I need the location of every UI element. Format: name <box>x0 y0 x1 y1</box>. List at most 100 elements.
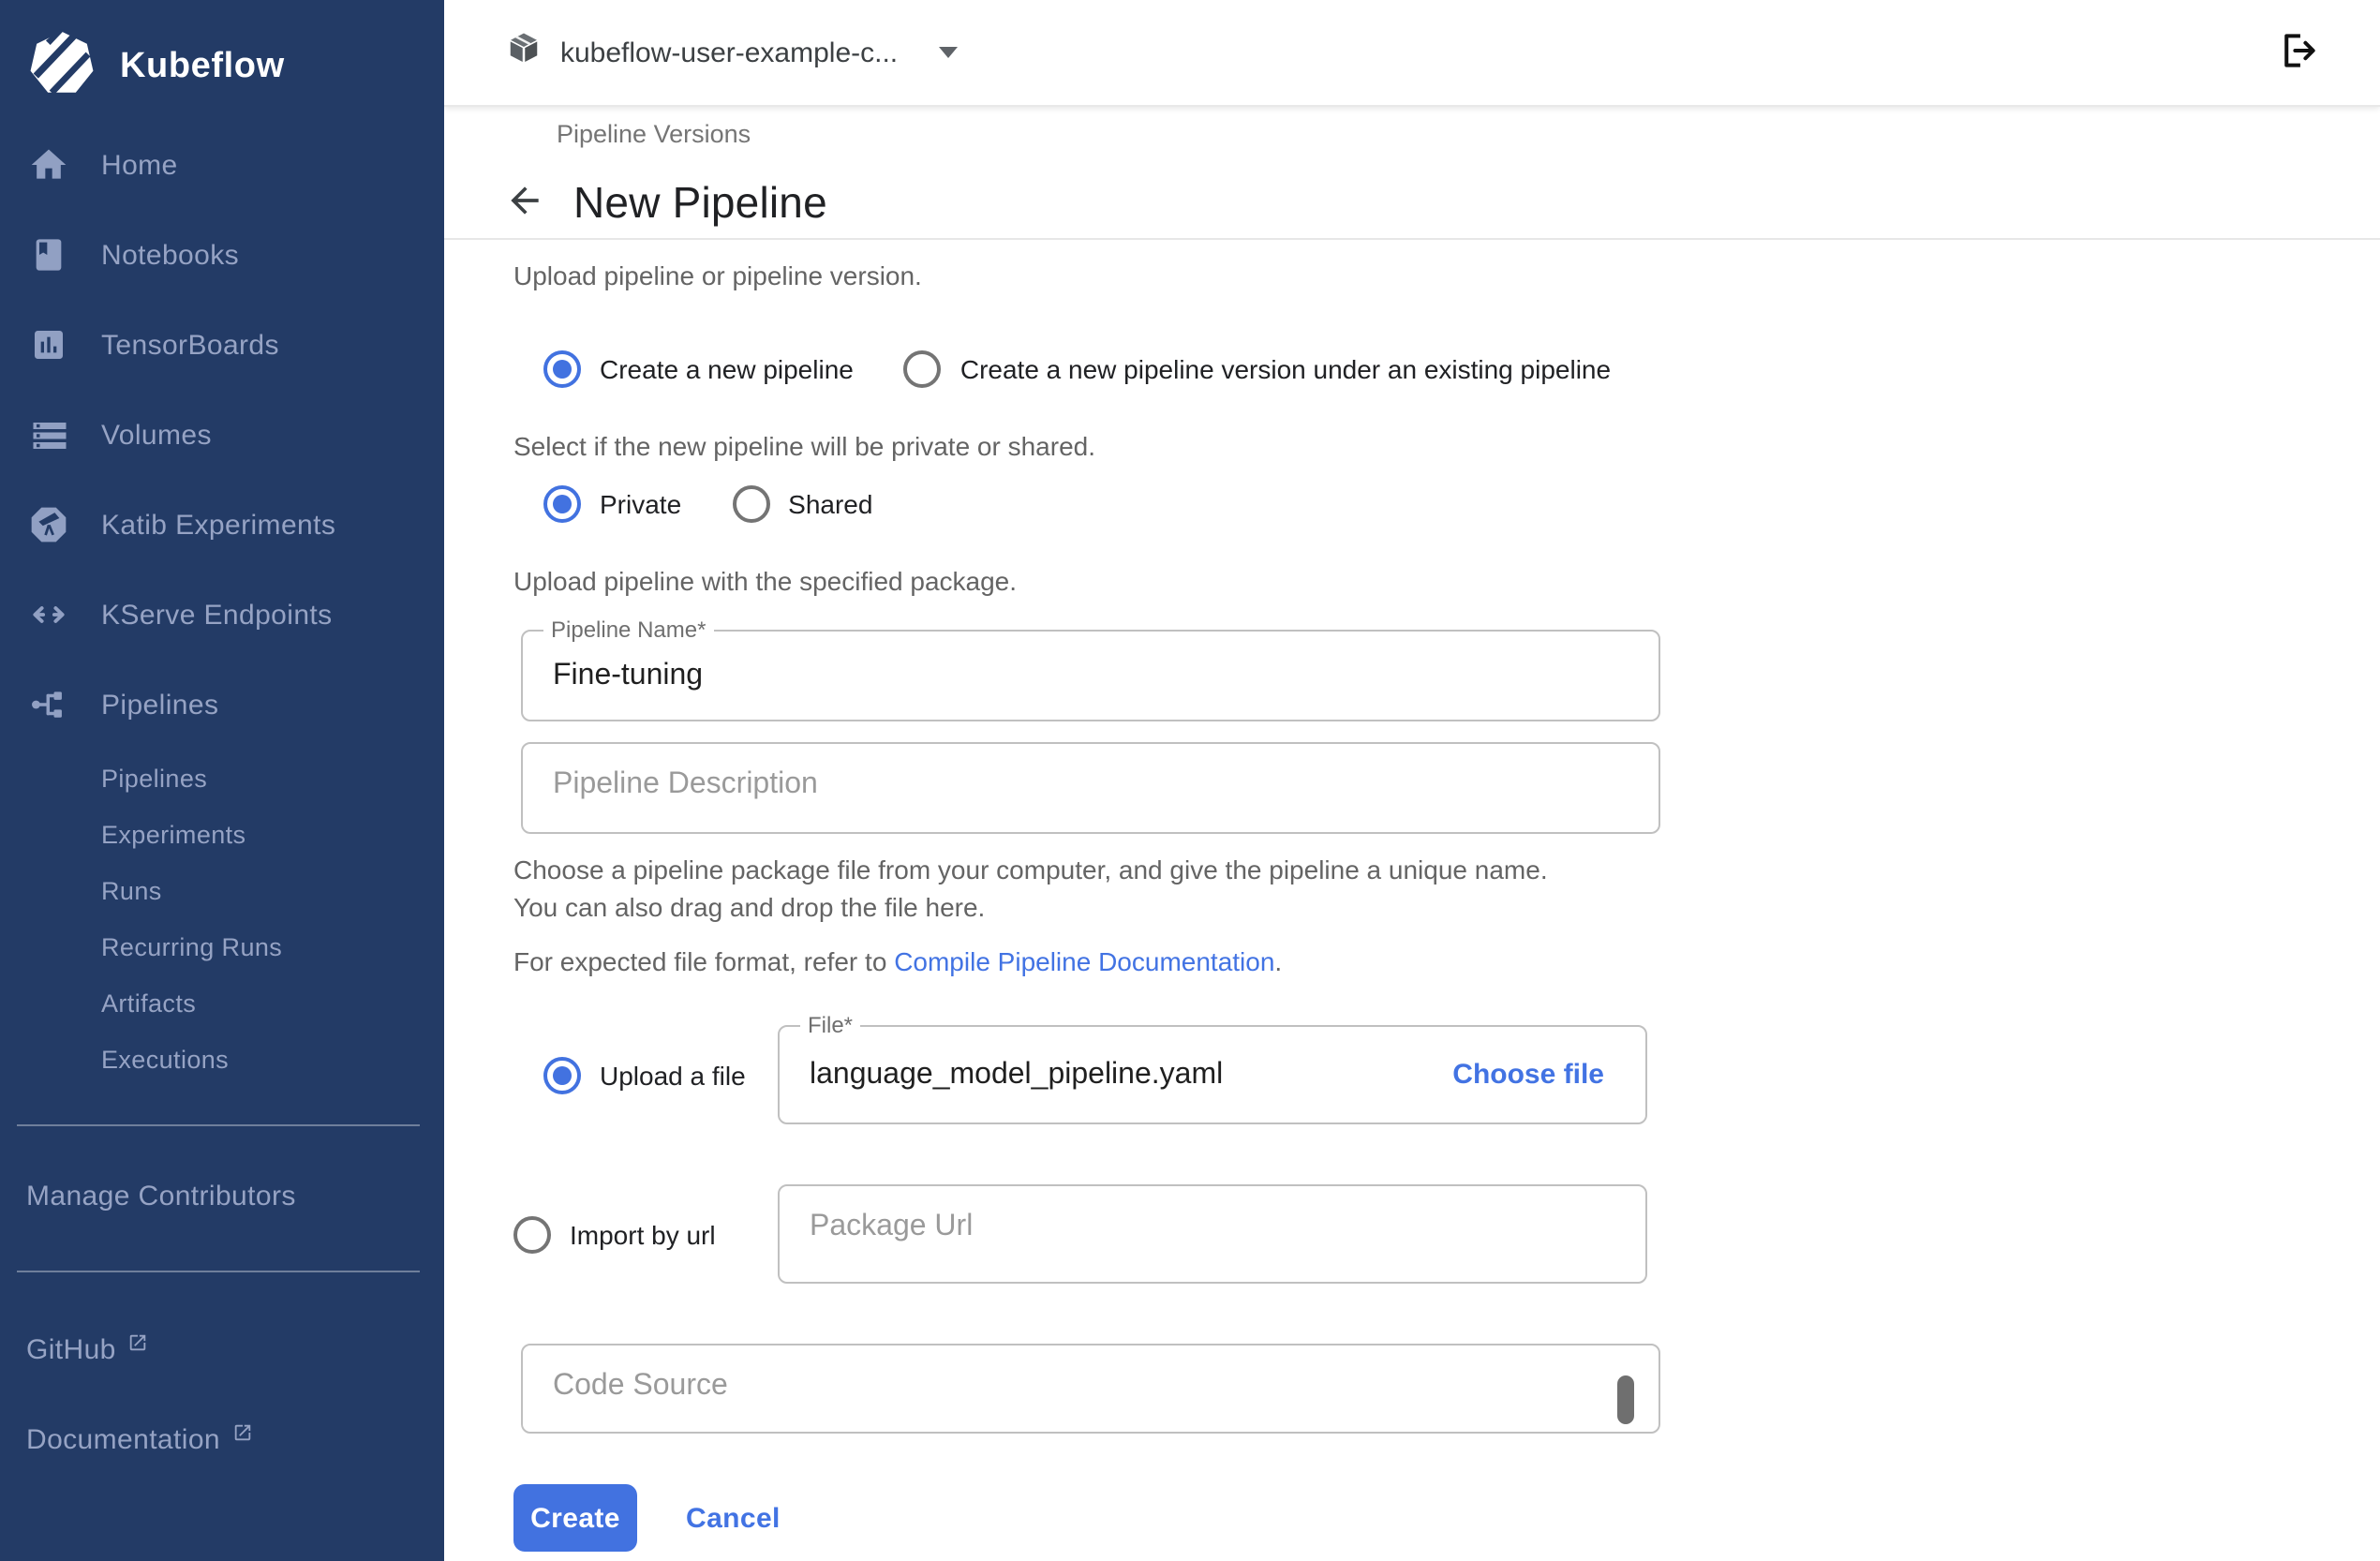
file-field-label: File* <box>800 1012 860 1040</box>
external-link-icon <box>127 1331 148 1352</box>
compile-pipeline-documentation-link[interactable]: Compile Pipeline Documentation <box>894 946 1274 976</box>
github-label: GitHub <box>26 1333 116 1365</box>
logout-button[interactable] <box>2271 22 2328 83</box>
sidebar-item-notebooks[interactable]: Notebooks <box>0 210 444 300</box>
sidebar-subitem-runs[interactable]: Runs <box>0 862 444 918</box>
radio-upload-file[interactable]: Upload a file <box>513 1056 746 1093</box>
pipeline-graph-icon <box>26 682 71 727</box>
page-header: Pipeline Versions New Pipeline <box>444 114 2380 240</box>
sidebar-item-home[interactable]: Home <box>0 120 444 210</box>
title-row: New Pipeline <box>497 172 2380 232</box>
documentation-link[interactable]: Documentation <box>0 1407 444 1471</box>
scrollbar-thumb[interactable] <box>1617 1375 1634 1424</box>
documentation-label: Documentation <box>26 1423 220 1455</box>
file-help-line1: Choose a pipeline package file from your… <box>513 851 2380 888</box>
sidebar-subitem-recurring-runs[interactable]: Recurring Runs <box>0 918 444 974</box>
page-title: New Pipeline <box>573 177 827 228</box>
sidebar-item-label: Executions <box>101 1045 229 1073</box>
kubeflow-app: Kubeflow Home Notebooks TensorBoards <box>0 0 2380 1561</box>
format-help-text: For expected file format, refer to Compi… <box>513 943 2380 980</box>
choose-file-button[interactable]: Choose file <box>1452 1059 1604 1091</box>
radio-label: Private <box>600 489 681 519</box>
double-arrow-icon <box>26 592 71 637</box>
pipeline-description-field[interactable] <box>521 742 1660 834</box>
radio-private[interactable]: Private <box>543 485 681 523</box>
radio-label: Import by url <box>570 1219 716 1249</box>
radio-import-by-url[interactable]: Import by url <box>513 1215 716 1253</box>
sidebar-item-label: Experiments <box>101 820 245 848</box>
notebook-icon <box>26 232 71 277</box>
sidebar-item-tensorboards[interactable]: TensorBoards <box>0 300 444 390</box>
bar-chart-icon <box>26 322 71 367</box>
sidebar-item-label: Recurring Runs <box>101 932 282 960</box>
sidebar-item-volumes[interactable]: Volumes <box>0 390 444 480</box>
radio-selected-icon[interactable] <box>543 485 581 523</box>
radio-create-new-pipeline[interactable]: Create a new pipeline <box>543 350 854 388</box>
upload-type-hint: Upload pipeline or pipeline version. <box>513 257 2380 294</box>
sidebar-item-label: Katib Experiments <box>101 509 335 541</box>
sidebar-item-label: KServe Endpoints <box>101 599 333 631</box>
radio-label: Upload a file <box>600 1060 746 1090</box>
code-source-field[interactable] <box>521 1344 1660 1434</box>
format-prefix: For expected file format, refer to <box>513 946 894 976</box>
pipeline-name-input[interactable] <box>523 632 1659 720</box>
sidebar-divider <box>17 1124 420 1126</box>
package-url-input[interactable] <box>780 1186 1645 1282</box>
package-hint: Upload pipeline with the specified packa… <box>513 562 2380 600</box>
radio-label: Create a new pipeline <box>600 354 854 384</box>
kubeflow-logo-icon <box>26 27 97 108</box>
sidebar-item-label: Pipelines <box>101 764 207 792</box>
cancel-button[interactable]: Cancel <box>675 1500 792 1536</box>
package-cube-icon <box>506 30 542 75</box>
radio-unselected-icon[interactable] <box>513 1215 551 1253</box>
github-link[interactable]: GitHub <box>0 1317 444 1381</box>
manage-contributors-label: Manage Contributors <box>26 1180 296 1212</box>
radio-create-pipeline-version[interactable]: Create a new pipeline version under an e… <box>904 350 1611 388</box>
back-button[interactable] <box>497 171 553 233</box>
breadcrumb: Pipeline Versions <box>557 114 2380 152</box>
sidebar-item-kserve-endpoints[interactable]: KServe Endpoints <box>0 570 444 660</box>
import-url-row: Import by url <box>513 1184 2380 1284</box>
sidebar-subitem-experiments[interactable]: Experiments <box>0 806 444 862</box>
sidebar-subitem-pipelines[interactable]: Pipelines <box>0 750 444 806</box>
namespace-selector[interactable]: kubeflow-user-example-c... <box>506 30 958 75</box>
visibility-radio-group: Private Shared <box>513 467 2380 542</box>
radio-unselected-icon[interactable] <box>904 350 942 388</box>
sidebar-subitem-executions[interactable]: Executions <box>0 1031 444 1087</box>
sidebar-item-label: Artifacts <box>101 989 196 1017</box>
storage-icon <box>26 412 71 457</box>
file-help-line2: You can also drag and drop the file here… <box>513 888 2380 926</box>
radio-selected-icon[interactable] <box>543 1056 581 1093</box>
radio-shared[interactable]: Shared <box>732 485 872 523</box>
pipeline-name-label: Pipeline Name* <box>543 617 713 645</box>
main-area: kubeflow-user-example-c... Pipeline Vers… <box>444 0 2380 1561</box>
file-help-text: Choose a pipeline package file from your… <box>513 851 2380 926</box>
caret-down-icon <box>939 47 958 58</box>
logout-icon <box>2279 29 2320 76</box>
sidebar-item-label: Volumes <box>101 419 212 451</box>
sidebar-item-pipelines[interactable]: Pipelines <box>0 660 444 750</box>
telescope-octagon-icon <box>26 502 71 547</box>
radio-selected-icon[interactable] <box>543 350 581 388</box>
create-button[interactable]: Create <box>513 1484 637 1552</box>
pipeline-name-field[interactable]: Pipeline Name* <box>521 630 1660 721</box>
sidebar-item-label: Home <box>101 149 178 181</box>
sidebar-item-katib-experiments[interactable]: Katib Experiments <box>0 480 444 570</box>
code-source-input[interactable] <box>523 1345 1659 1432</box>
package-url-field[interactable] <box>778 1184 1647 1284</box>
radio-unselected-icon[interactable] <box>732 485 769 523</box>
new-pipeline-form: Upload pipeline or pipeline version. Cre… <box>444 257 2380 1552</box>
sidebar-item-label: Notebooks <box>101 239 239 271</box>
sidebar-item-label: Pipelines <box>101 689 218 721</box>
upload-file-row: Upload a file File* language_model_pipel… <box>513 1025 2380 1124</box>
logo-text: Kubeflow <box>120 47 285 88</box>
file-name-value: language_model_pipeline.yaml <box>810 1058 1452 1092</box>
file-field[interactable]: File* language_model_pipeline.yaml Choos… <box>778 1025 1647 1124</box>
logo-row[interactable]: Kubeflow <box>0 0 444 109</box>
home-icon <box>26 142 71 187</box>
manage-contributors-link[interactable]: Manage Contributors <box>0 1158 444 1233</box>
back-arrow-icon <box>504 179 545 226</box>
pipeline-description-input[interactable] <box>523 744 1659 832</box>
topbar: kubeflow-user-example-c... <box>444 0 2380 107</box>
sidebar-subitem-artifacts[interactable]: Artifacts <box>0 974 444 1031</box>
